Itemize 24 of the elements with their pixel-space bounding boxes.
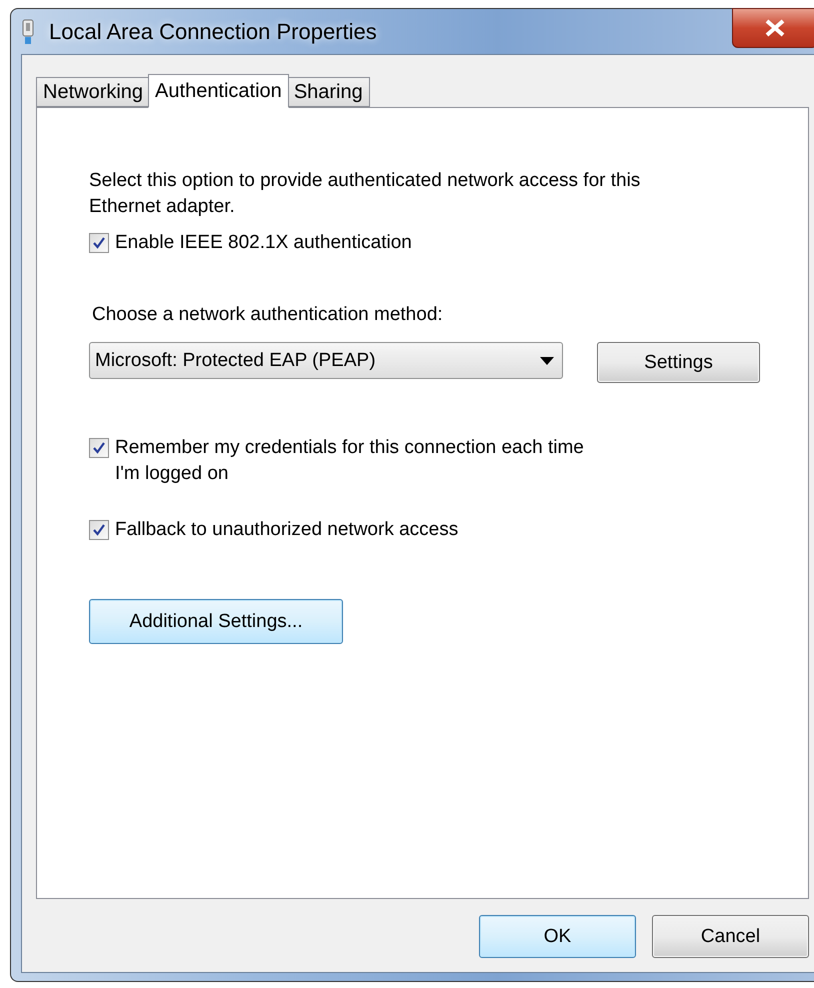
- network-plug-icon: [21, 18, 35, 44]
- method-label: Choose a network authentication method:: [92, 303, 444, 327]
- dialog-button[interactable]: Cancel: [652, 915, 809, 958]
- tab[interactable]: Authentication: [148, 74, 289, 108]
- check-icon: [92, 441, 106, 455]
- tab[interactable]: Networking: [36, 77, 150, 107]
- checkbox[interactable]: [89, 438, 109, 458]
- check-icon: [92, 523, 106, 537]
- window-title: Local Area Connection Properties: [49, 18, 377, 44]
- checkbox-label: Enable IEEE 802.1X authentication: [115, 231, 412, 255]
- close-button[interactable]: [732, 8, 814, 48]
- checkbox[interactable]: [89, 233, 109, 253]
- check-icon: [92, 236, 106, 250]
- description-text: Select this option to provide authenticated network access for this Ethernet adapter.: [89, 169, 642, 219]
- dropdown-arrow-icon: [540, 356, 554, 364]
- dialog-button[interactable]: OK: [479, 915, 636, 958]
- settings-button[interactable]: Settings: [597, 342, 760, 383]
- method-dropdown[interactable]: Microsoft: Protected EAP (PEAP): [89, 342, 563, 379]
- additional-settings-button[interactable]: Additional Settings...: [89, 599, 343, 644]
- checkbox-label: Fallback to unauthorized network access: [115, 518, 460, 542]
- checkbox-label: Remember my credentials for this connection each time I'm logged on: [115, 436, 585, 486]
- checkbox[interactable]: [89, 520, 109, 540]
- close-icon: [764, 19, 786, 37]
- tab[interactable]: Sharing: [286, 77, 370, 107]
